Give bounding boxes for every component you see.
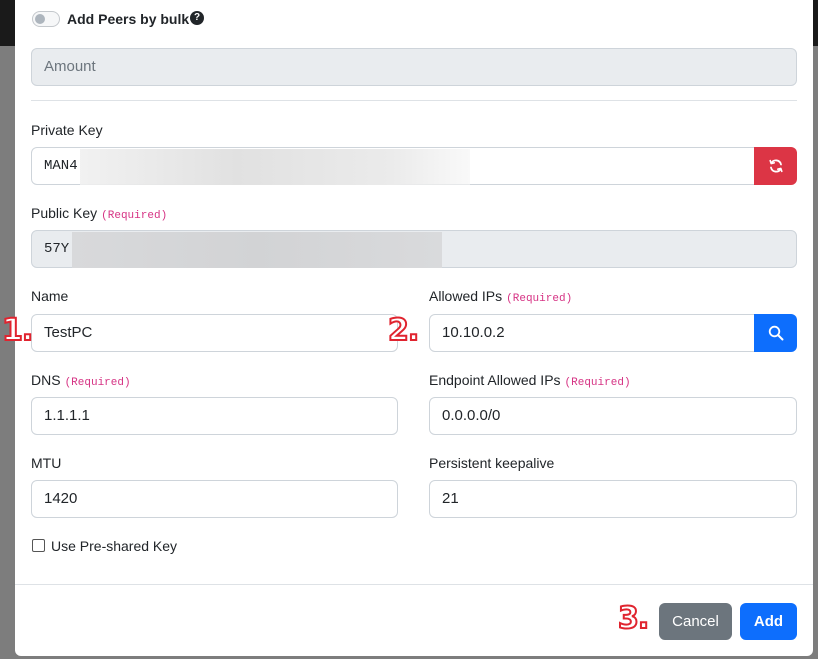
name-value: TestPC [44, 324, 93, 341]
required-tag: (Required) [506, 293, 573, 305]
persistent-keepalive-value: 21 [442, 490, 459, 507]
refresh-icon [768, 159, 783, 173]
allowed-ips-label: Allowed IPs (Required) [429, 288, 572, 305]
private-key-value: MAN4 [44, 158, 78, 174]
allowed-ips-input[interactable]: 10.10.0.2 [429, 314, 755, 352]
annotation-step-1: 1. [1, 312, 34, 349]
persistent-keepalive-input[interactable]: 21 [429, 480, 797, 518]
amount-input: Amount [31, 48, 797, 86]
public-key-label-text: Public Key [31, 205, 98, 221]
persistent-keepalive-label: Persistent keepalive [429, 455, 555, 471]
search-ip-button[interactable] [754, 314, 797, 352]
endpoint-allowed-ips-label-text: Endpoint Allowed IPs [429, 372, 561, 388]
name-input[interactable]: TestPC [31, 314, 398, 352]
modal-footer-divider [15, 584, 813, 585]
section-divider [31, 100, 797, 101]
endpoint-allowed-ips-value: 0.0.0.0/0 [442, 407, 501, 424]
redaction-blur [72, 232, 442, 268]
help-icon[interactable]: ? [190, 11, 204, 25]
public-key-label: Public Key (Required) [31, 205, 167, 222]
private-key-input[interactable]: MAN4 [31, 147, 755, 185]
name-label: Name [31, 288, 69, 304]
private-key-label: Private Key [31, 122, 103, 138]
switch-knob [35, 14, 45, 24]
mtu-input[interactable]: 1420 [31, 480, 398, 518]
public-key-value: 57Y [44, 241, 70, 257]
add-button[interactable]: Add [740, 603, 797, 640]
required-tag: (Required) [64, 377, 131, 389]
redaction-blur [80, 149, 470, 185]
annotation-step-3: 3. [617, 600, 650, 637]
dns-label-text: DNS [31, 372, 61, 388]
dns-value: 1.1.1.1 [44, 407, 90, 424]
search-icon [768, 325, 783, 341]
allowed-ips-label-text: Allowed IPs [429, 288, 503, 304]
dns-label: DNS (Required) [31, 372, 131, 389]
mtu-value: 1420 [44, 490, 78, 507]
cancel-button[interactable]: Cancel [659, 603, 732, 640]
preshared-key-label[interactable]: Use Pre-shared Key [51, 538, 177, 554]
dns-input[interactable]: 1.1.1.1 [31, 397, 398, 435]
preshared-key-checkbox[interactable] [32, 539, 45, 552]
public-key-input: 57Y [31, 230, 797, 268]
allowed-ips-value: 10.10.0.2 [442, 324, 505, 341]
annotation-step-2: 2. [387, 312, 420, 349]
amount-placeholder: Amount [44, 58, 96, 75]
required-tag: (Required) [101, 210, 168, 222]
bulk-toggle-switch[interactable] [32, 11, 60, 27]
bulk-toggle-label[interactable]: Add Peers by bulk [67, 11, 189, 27]
mtu-label: MTU [31, 455, 62, 471]
endpoint-allowed-ips-label: Endpoint Allowed IPs (Required) [429, 372, 631, 389]
required-tag: (Required) [564, 377, 631, 389]
endpoint-allowed-ips-input[interactable]: 0.0.0.0/0 [429, 397, 797, 435]
regenerate-key-button[interactable] [754, 147, 797, 185]
